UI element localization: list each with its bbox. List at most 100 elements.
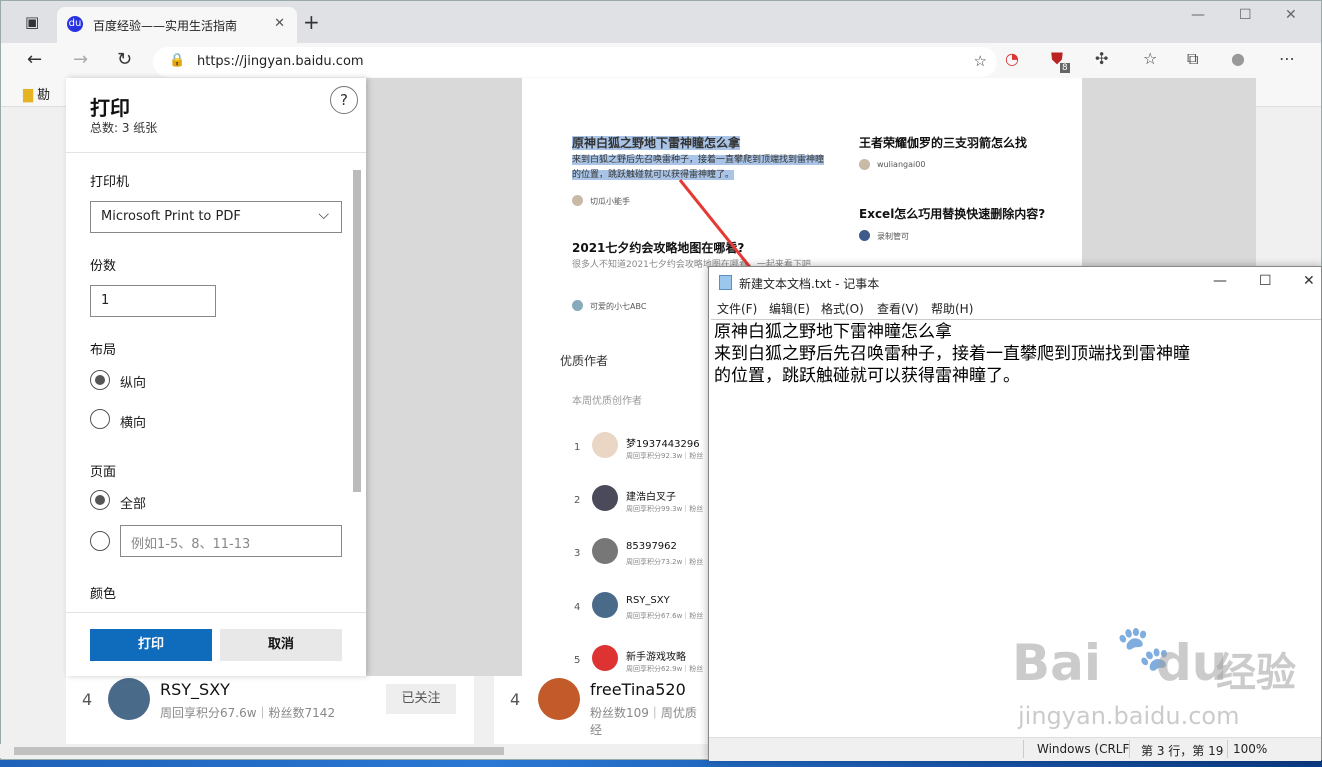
printer-value: Microsoft Print to PDF bbox=[101, 209, 241, 224]
author-stat: 粉丝数109｜周优质经 bbox=[590, 706, 697, 737]
page-range-radio[interactable] bbox=[90, 531, 110, 551]
preview-ranking-row: 1 梦1937443296 周回享积分92.3w｜粉丝 bbox=[522, 428, 722, 468]
page-range-input[interactable]: 例如1-5、8、11-13 bbox=[120, 525, 342, 557]
author-stat: 周回享积分67.6w｜粉丝数7142 bbox=[160, 706, 336, 720]
menu-view[interactable]: 查看(V) bbox=[877, 300, 919, 317]
scrollbar-thumb[interactable] bbox=[14, 747, 504, 755]
layout-label: 布局 bbox=[90, 343, 117, 358]
menu-help[interactable]: 帮助(H) bbox=[931, 300, 973, 317]
print-total: 总数: 3 纸张 bbox=[90, 121, 158, 135]
preview-subsection: 本周优质创作者 bbox=[572, 396, 642, 407]
forward-icon[interactable]: → bbox=[73, 49, 88, 70]
bookmark-folder[interactable]: ▇ 勘 bbox=[23, 84, 50, 103]
status-position: 第 3 行，第 19 bbox=[1141, 744, 1224, 758]
avatar bbox=[572, 300, 583, 311]
maximize-icon[interactable]: ☐ bbox=[1239, 7, 1252, 23]
print-dialog-footer: 打印 取消 bbox=[66, 612, 366, 676]
print-dialog: 打印 总数: 3 纸张 ? 打印机 Microsoft Print to PDF… bbox=[66, 78, 366, 676]
preview-ranking-row: 2 建浩白叉子 周回享积分99.3w｜粉丝 bbox=[522, 481, 722, 521]
status-zoom: 100% bbox=[1233, 742, 1268, 756]
print-button[interactable]: 打印 bbox=[90, 629, 212, 661]
author-name[interactable]: RSY_SXY bbox=[160, 680, 230, 699]
browser-titlebar: ▣ du 百度经验——实用生活指南 ✕ + — ☐ ✕ bbox=[1, 1, 1321, 43]
preview-author: 可爱的小七ABC bbox=[590, 302, 647, 311]
preview-article-title: Excel怎么巧用替换快速删除内容? bbox=[859, 207, 1046, 221]
author-card: 4 RSY_SXY 周回享积分67.6w｜粉丝数7142 已关注 bbox=[66, 676, 474, 744]
all-pages-radio[interactable] bbox=[90, 490, 110, 510]
minimize-icon[interactable]: — bbox=[1213, 273, 1227, 289]
back-icon[interactable]: ← bbox=[27, 49, 42, 70]
watermark-url: jingyan.baidu.com bbox=[1018, 702, 1240, 730]
extensions-icon[interactable]: ✣ bbox=[1095, 49, 1108, 68]
settings-scrollbar[interactable] bbox=[352, 162, 362, 604]
divider bbox=[66, 152, 366, 153]
preview-author: wuliangai00 bbox=[877, 160, 926, 169]
preview-article-title: 王者荣耀伽罗的三支羽箭怎么找 bbox=[859, 136, 1028, 150]
preview-author: 切瓜小能手 bbox=[590, 197, 630, 206]
preview-article-title: 2021七夕约会攻略地图在哪看? bbox=[572, 241, 745, 255]
minimize-icon[interactable]: — bbox=[1191, 7, 1205, 23]
preview-ranking-row: 5 新手游戏攻略 周回享积分62.9w｜粉丝 bbox=[522, 641, 722, 676]
printer-label: 打印机 bbox=[90, 175, 130, 190]
all-pages-label: 全部 bbox=[120, 497, 147, 512]
avatar[interactable] bbox=[108, 678, 150, 720]
close-window-icon[interactable]: ✕ bbox=[1285, 7, 1297, 23]
landscape-label: 横向 bbox=[120, 416, 147, 431]
address-bar[interactable]: 🔒 https://jingyan.baidu.com ☆ bbox=[153, 47, 997, 77]
tab-title: 百度经验——实用生活指南 bbox=[93, 19, 238, 33]
avatar bbox=[859, 230, 870, 241]
horizontal-scrollbar[interactable] bbox=[0, 744, 708, 758]
preview-article-desc: 来到白狐之野后先召唤雷种子，接着一直攀爬到顶端找到雷神瞳 的位置，跳跃触碰就可以获… bbox=[572, 155, 825, 180]
color-label: 颜色 bbox=[90, 587, 117, 602]
profile-icon[interactable]: ● bbox=[1231, 49, 1245, 68]
notepad-menubar: 文件(F) 编辑(E) 格式(O) 查看(V) 帮助(H) bbox=[709, 297, 1321, 319]
url-text: https://jingyan.baidu.com bbox=[197, 54, 364, 69]
lock-icon[interactable]: 🔒 bbox=[169, 53, 185, 68]
print-title: 打印 bbox=[90, 96, 130, 120]
menu-edit[interactable]: 编辑(E) bbox=[769, 300, 810, 317]
favorites-icon[interactable]: ☆ bbox=[1143, 49, 1157, 68]
tab-actions-icon[interactable]: ▣ bbox=[25, 13, 39, 31]
new-tab-icon[interactable]: + bbox=[303, 10, 320, 34]
more-icon[interactable]: ⋯ bbox=[1279, 49, 1295, 68]
close-icon[interactable]: ✕ bbox=[1303, 273, 1315, 289]
folder-icon: ▇ bbox=[23, 88, 33, 103]
menu-format[interactable]: 格式(O) bbox=[821, 300, 864, 317]
avatar[interactable] bbox=[538, 678, 580, 720]
scrollbar-thumb[interactable] bbox=[353, 170, 361, 492]
landscape-radio[interactable] bbox=[90, 409, 110, 429]
help-icon[interactable]: ? bbox=[330, 86, 358, 114]
preview-article-title: 原神白狐之野地下雷神瞳怎么拿 bbox=[572, 136, 741, 150]
menu-file[interactable]: 文件(F) bbox=[717, 300, 757, 317]
preview-section-title: 优质作者 bbox=[560, 354, 609, 368]
favorite-add-icon[interactable]: ☆ bbox=[974, 52, 987, 70]
browser-navbar: ← → ↻ 🔒 https://jingyan.baidu.com ☆ ◔ ⛊ … bbox=[1, 43, 1321, 79]
portrait-radio[interactable] bbox=[90, 370, 110, 390]
followed-button[interactable]: 已关注 bbox=[386, 684, 456, 714]
browser-tab[interactable]: du 百度经验——实用生活指南 ✕ bbox=[57, 7, 297, 43]
author-rank: 4 bbox=[82, 690, 93, 709]
preview-author: 录制管可 bbox=[877, 232, 909, 241]
author-rank: 4 bbox=[510, 690, 521, 709]
copies-input[interactable]: 1 bbox=[90, 285, 216, 317]
copies-label: 份数 bbox=[90, 259, 117, 274]
printer-select[interactable]: Microsoft Print to PDF ⌵ bbox=[90, 201, 342, 233]
preview-ranking-row: 4 RSY_SXY 周回享积分67.6w｜粉丝 bbox=[522, 588, 722, 628]
avatar bbox=[859, 159, 870, 170]
extension-icon[interactable]: ◔ bbox=[1005, 49, 1019, 68]
close-icon[interactable]: ✕ bbox=[274, 16, 285, 31]
extension-badge: 8 bbox=[1060, 63, 1070, 73]
portrait-label: 纵向 bbox=[120, 376, 147, 391]
author-card: 4 freeTina520 粉丝数109｜周优质经 bbox=[494, 676, 708, 744]
collections-icon[interactable]: ⧉ bbox=[1187, 49, 1198, 69]
refresh-icon[interactable]: ↻ bbox=[117, 49, 132, 70]
baidu-favicon: du bbox=[67, 16, 83, 32]
preview-ranking-row: 3 85397962 周回享积分73.2w｜粉丝 bbox=[522, 534, 722, 574]
avatar bbox=[572, 195, 583, 206]
watermark-brand: Bai bbox=[1012, 634, 1101, 692]
baidu-watermark: Bai 🐾 du 经验 jingyan.baidu.com bbox=[1012, 622, 1312, 742]
author-name[interactable]: freeTina520 bbox=[590, 680, 686, 699]
chevron-down-icon: ⌵ bbox=[318, 207, 329, 223]
maximize-icon[interactable]: ☐ bbox=[1259, 273, 1272, 289]
cancel-button[interactable]: 取消 bbox=[220, 629, 342, 661]
